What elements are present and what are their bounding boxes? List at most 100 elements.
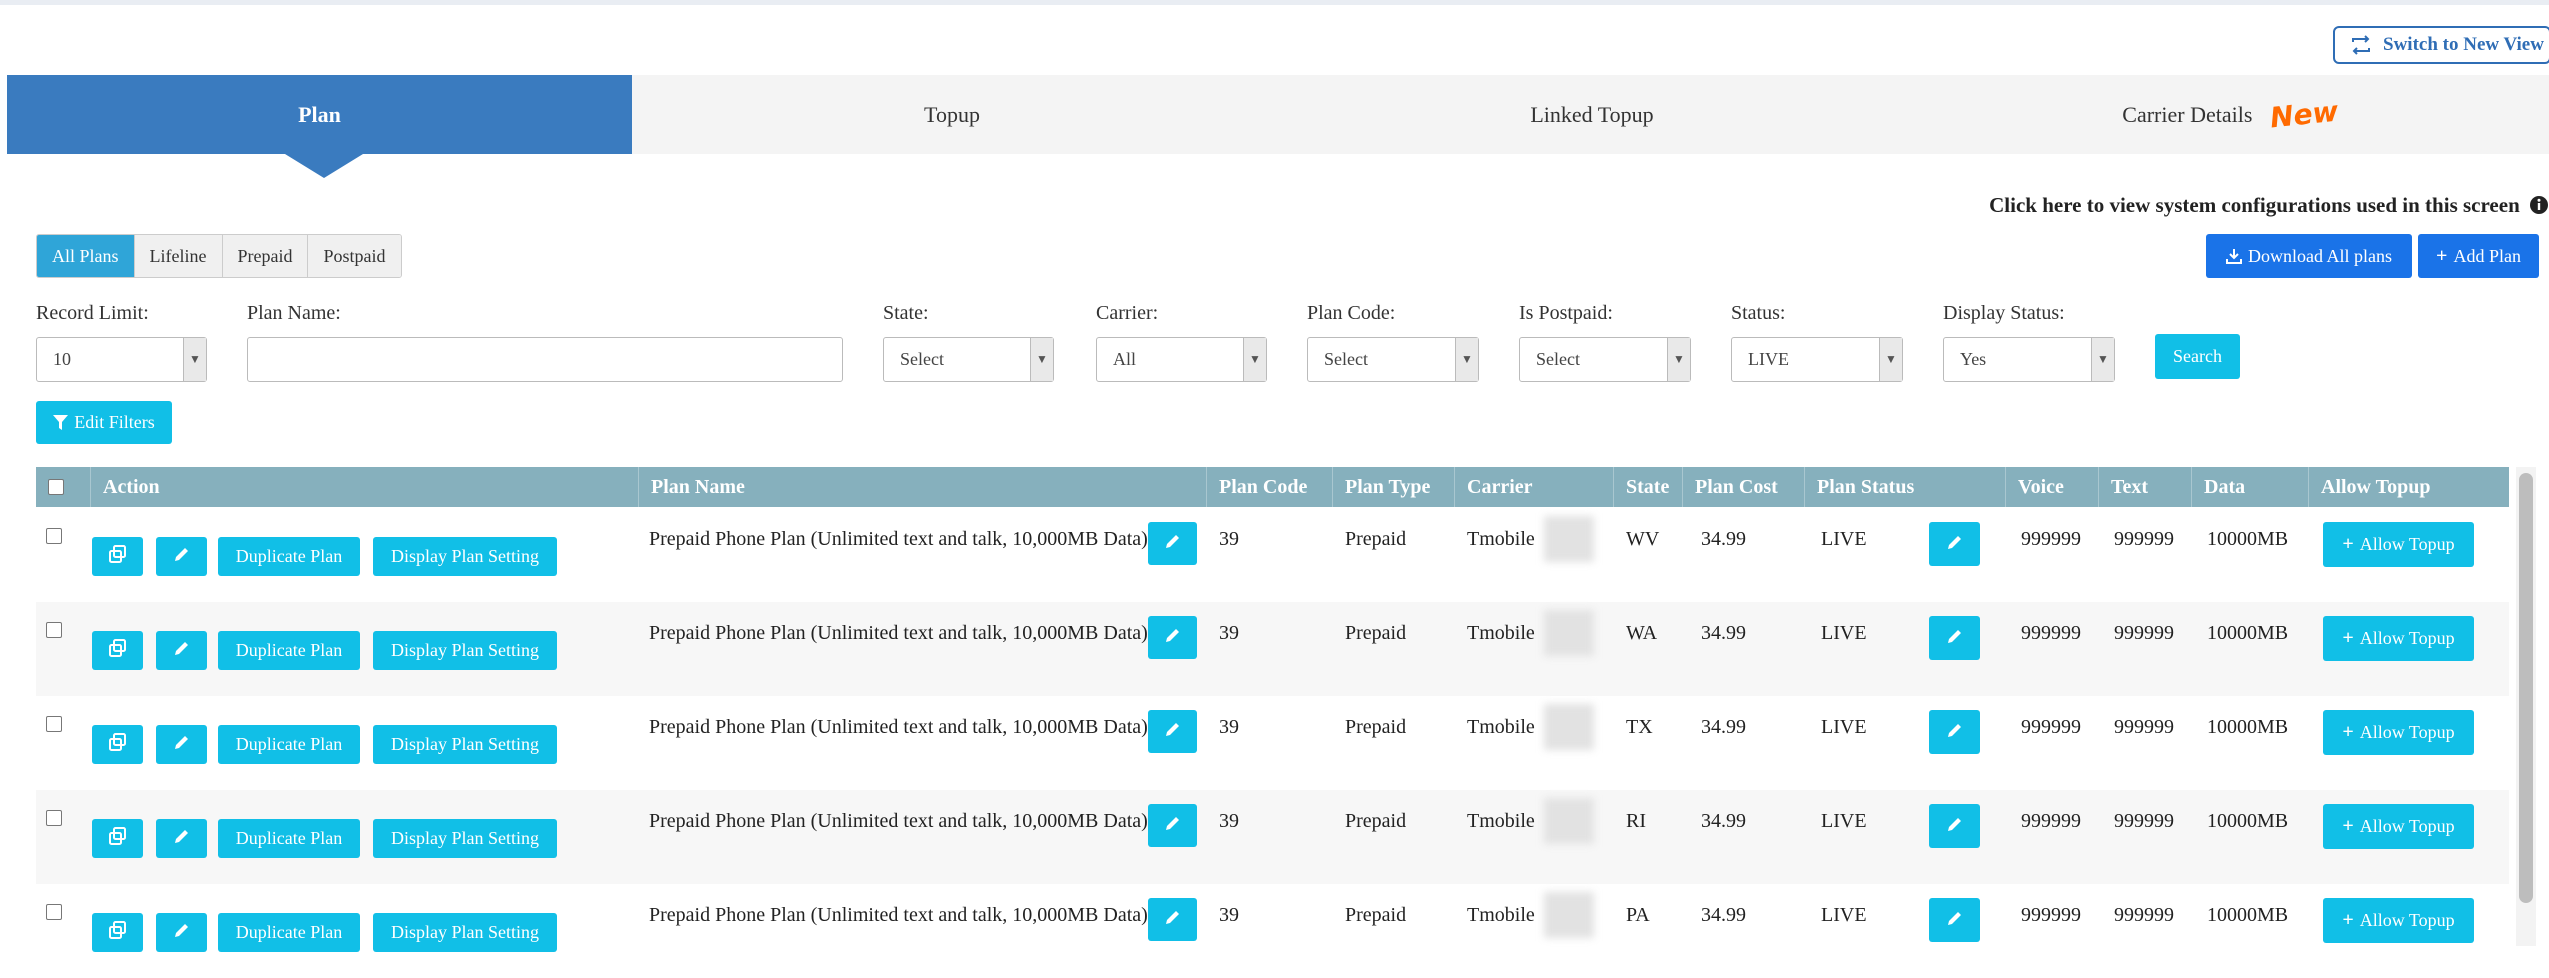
display-plan-setting-label: Display Plan Setting <box>391 640 539 660</box>
plan-code-cell: 39 <box>1219 810 1239 832</box>
plan-code-select[interactable]: Select ▼ <box>1307 337 1479 382</box>
state-cell: WA <box>1626 622 1658 644</box>
header-action: Action <box>91 467 639 507</box>
filter-all-plans[interactable]: All Plans <box>37 235 135 277</box>
system-config-link[interactable]: Click here to view system configurations… <box>1989 193 2549 218</box>
plan-status-cell: LIVE <box>1821 904 1867 926</box>
filter-prepaid[interactable]: Prepaid <box>222 235 309 277</box>
plan-cost-cell: 34.99 <box>1701 528 1746 550</box>
copy-plan-button[interactable] <box>92 725 143 764</box>
edit-plan-button[interactable] <box>156 537 207 576</box>
carrier-select[interactable]: All ▼ <box>1096 337 1267 382</box>
header-plan-type: Plan Type <box>1333 467 1455 507</box>
tab-plan-label: Plan <box>298 101 341 127</box>
chevron-down-icon: ▼ <box>183 338 206 381</box>
edit-plan-button[interactable] <box>156 725 207 764</box>
edit-filters-button[interactable]: Edit Filters <box>36 401 172 444</box>
duplicate-plan-button[interactable]: Duplicate Plan <box>218 631 360 670</box>
edit-plan-name-button[interactable] <box>1148 616 1197 659</box>
edit-plan-status-button[interactable] <box>1929 804 1980 848</box>
allow-topup-button[interactable]: + Allow Topup <box>2323 522 2474 567</box>
edit-plan-button[interactable] <box>156 819 207 858</box>
search-button[interactable]: Search <box>2155 334 2240 379</box>
select-all-checkbox[interactable] <box>48 479 64 495</box>
swap-icon <box>2352 35 2370 55</box>
new-badge: New <box>2268 94 2341 135</box>
pencil-icon <box>1946 533 1964 556</box>
plan-code-label: Plan Code: <box>1307 302 1396 324</box>
edit-plan-button[interactable] <box>156 631 207 670</box>
state-select[interactable]: Select ▼ <box>883 337 1054 382</box>
download-all-plans-button[interactable]: Download All plans <box>2206 234 2412 278</box>
edit-plan-status-button[interactable] <box>1929 616 1980 660</box>
tab-topup-label: Topup <box>924 101 980 127</box>
status-select[interactable]: LIVE ▼ <box>1731 337 1903 382</box>
tab-topup[interactable]: Topup <box>632 75 1272 154</box>
tab-carrier-details[interactable]: Carrier Details New <box>1912 75 2549 154</box>
duplicate-plan-button[interactable]: Duplicate Plan <box>218 819 360 858</box>
row-checkbox[interactable] <box>46 622 62 638</box>
edit-plan-name-button[interactable] <box>1148 804 1197 847</box>
plan-cost-cell: 34.99 <box>1701 716 1746 738</box>
allow-topup-button[interactable]: + Allow Topup <box>2323 616 2474 661</box>
plus-icon: + <box>2342 533 2354 555</box>
voice-cell: 999999 <box>2021 622 2081 644</box>
row-checkbox[interactable] <box>46 528 62 544</box>
is-postpaid-select[interactable]: Select ▼ <box>1519 337 1691 382</box>
display-plan-setting-button[interactable]: Display Plan Setting <box>373 537 557 576</box>
add-plan-button[interactable]: + Add Plan <box>2418 234 2539 278</box>
edit-plan-name-button[interactable] <box>1148 522 1197 565</box>
display-status-select[interactable]: Yes ▼ <box>1943 337 2115 382</box>
duplicate-plan-button[interactable]: Duplicate Plan <box>218 913 360 952</box>
copy-plan-button[interactable] <box>92 819 143 858</box>
edit-filters-label: Edit Filters <box>74 412 155 432</box>
scrollbar-thumb[interactable] <box>2519 473 2533 903</box>
edit-plan-name-button[interactable] <box>1148 898 1197 941</box>
header-allow-topup: Allow Topup <box>2321 475 2431 498</box>
record-limit-select[interactable]: 10 ▼ <box>36 337 207 382</box>
allow-topup-button[interactable]: + Allow Topup <box>2323 898 2474 943</box>
table-header: Action Plan Name Plan Code Plan Type Car… <box>36 467 2509 507</box>
copy-icon <box>108 545 127 568</box>
table-scrollbar[interactable] <box>2516 467 2536 946</box>
pencil-icon <box>173 827 191 850</box>
voice-cell: 999999 <box>2021 904 2081 926</box>
filter-lifeline[interactable]: Lifeline <box>134 235 223 277</box>
allow-topup-button[interactable]: + Allow Topup <box>2323 804 2474 849</box>
display-plan-setting-button[interactable]: Display Plan Setting <box>373 631 557 670</box>
plan-name-cell: Prepaid Phone Plan (Unlimited text and t… <box>649 622 1148 644</box>
row-checkbox[interactable] <box>46 716 62 732</box>
allow-topup-label: Allow Topup <box>2359 722 2455 742</box>
duplicate-plan-button[interactable]: Duplicate Plan <box>218 725 360 764</box>
copy-plan-button[interactable] <box>92 913 143 952</box>
tab-plan[interactable]: Plan <box>7 75 632 154</box>
duplicate-plan-button[interactable]: Duplicate Plan <box>218 537 360 576</box>
plan-cost-cell: 34.99 <box>1701 810 1746 832</box>
filter-postpaid[interactable]: Postpaid <box>308 235 401 277</box>
allow-topup-button[interactable]: + Allow Topup <box>2323 710 2474 755</box>
display-plan-setting-button[interactable]: Display Plan Setting <box>373 725 557 764</box>
row-checkbox[interactable] <box>46 810 62 826</box>
edit-plan-status-button[interactable] <box>1929 522 1980 566</box>
edit-plan-name-button[interactable] <box>1148 710 1197 753</box>
plan-name-cell: Prepaid Phone Plan (Unlimited text and t… <box>649 528 1148 550</box>
plan-type-cell: Prepaid <box>1345 810 1407 832</box>
copy-icon <box>108 921 127 944</box>
copy-plan-button[interactable] <box>92 631 143 670</box>
edit-plan-button[interactable] <box>156 913 207 952</box>
edit-plan-status-button[interactable] <box>1929 898 1980 942</box>
plan-type-cell: Prepaid <box>1345 904 1407 926</box>
plan-status-cell: LIVE <box>1821 716 1867 738</box>
copy-plan-button[interactable] <box>92 537 143 576</box>
header-voice: Voice <box>2006 467 2099 507</box>
plan-name-input[interactable] <box>247 337 843 382</box>
row-checkbox[interactable] <box>46 904 62 920</box>
table-row: Duplicate Plan Display Plan Setting Prepai… <box>36 696 2509 790</box>
display-plan-setting-button[interactable]: Display Plan Setting <box>373 913 557 952</box>
switch-to-new-view-button[interactable]: Switch to New View <box>2333 26 2549 64</box>
plan-name-cell: Prepaid Phone Plan (Unlimited text and t… <box>649 716 1148 738</box>
display-plan-setting-button[interactable]: Display Plan Setting <box>373 819 557 858</box>
is-postpaid-value: Select <box>1536 349 1580 369</box>
tab-linked-topup[interactable]: Linked Topup <box>1272 75 1912 154</box>
edit-plan-status-button[interactable] <box>1929 710 1980 754</box>
